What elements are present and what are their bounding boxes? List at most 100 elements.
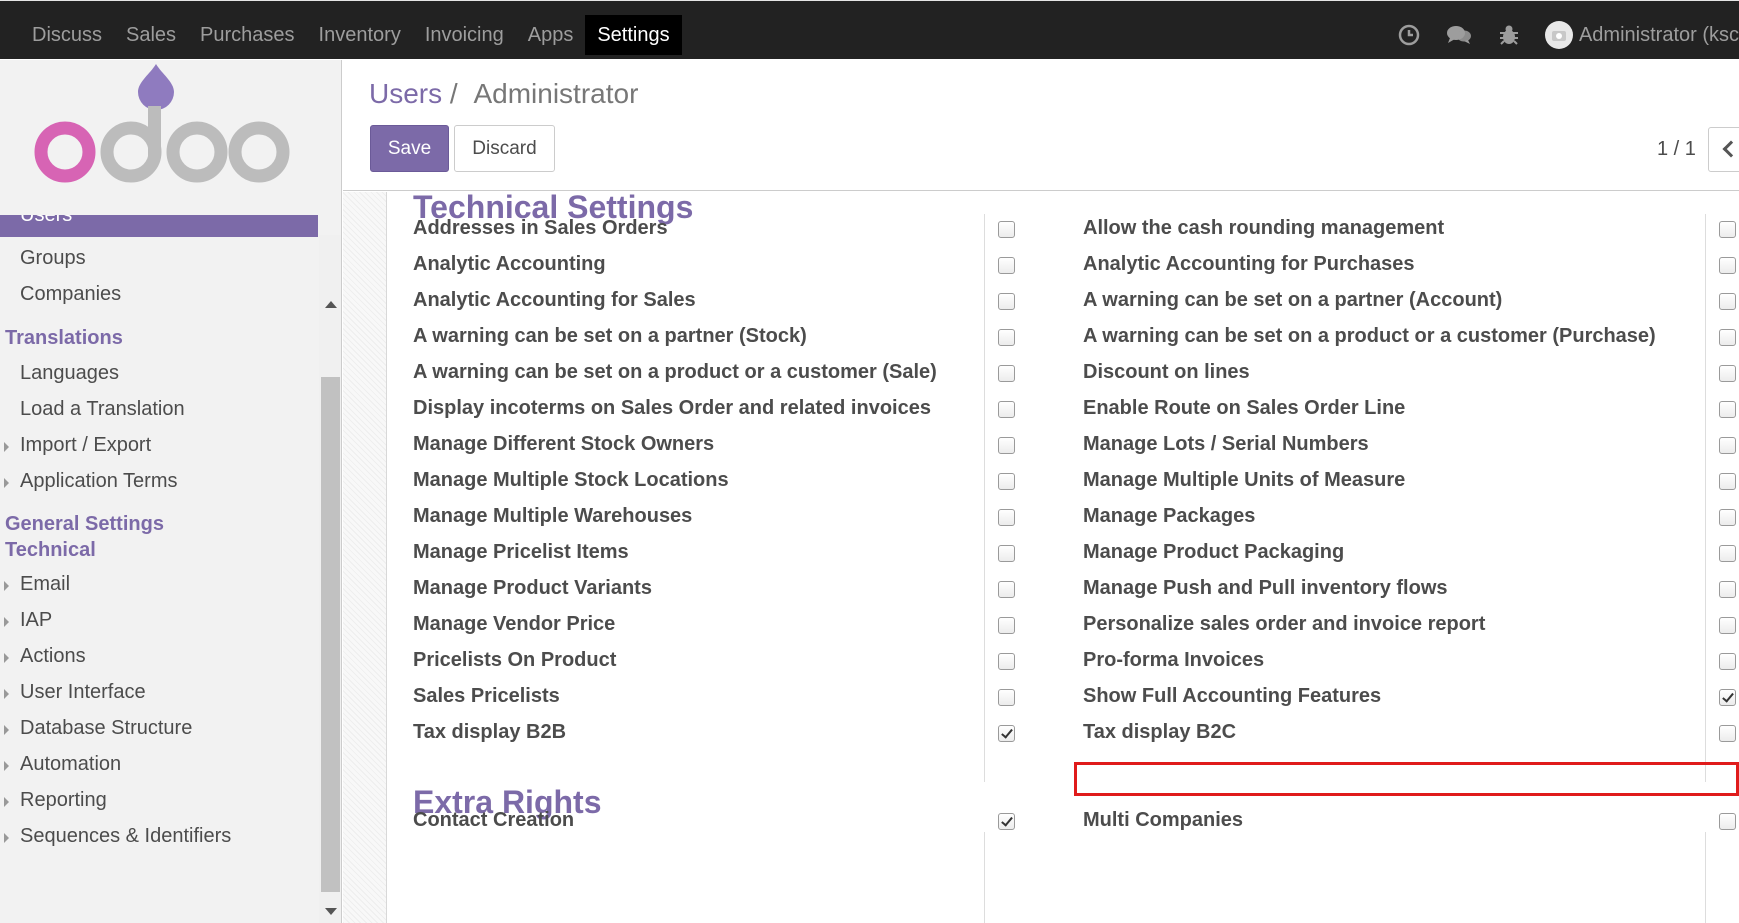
app-menu-inventory[interactable]: Inventory (307, 15, 413, 55)
field-checkbox[interactable] (998, 473, 1015, 490)
field-checkbox[interactable] (998, 689, 1015, 706)
field-label: Manage Product Packaging (1083, 541, 1345, 563)
app-menu-discuss[interactable]: Discuss (20, 15, 114, 55)
field-checkbox[interactable] (998, 653, 1015, 670)
field-checkbox[interactable] (1719, 725, 1736, 742)
field-checkbox[interactable] (998, 221, 1015, 238)
field-checkbox[interactable] (998, 581, 1015, 598)
sidebar-item-users[interactable]: Users (0, 215, 318, 237)
sidebar-item-sequences-identifiers[interactable]: Sequences & Identifiers (3, 825, 231, 848)
scroll-down-arrow-icon[interactable] (325, 908, 337, 915)
debug-bug-icon[interactable] (1489, 15, 1529, 55)
sidebar-item-companies[interactable]: Companies (20, 283, 121, 306)
field-checkbox[interactable] (1719, 365, 1736, 382)
sidebar-section-translations[interactable]: Translations (5, 327, 123, 350)
app-menu-purchases[interactable]: Purchases (188, 15, 307, 55)
settings-row: Addresses in Sales Orders Allow the cash … (343, 210, 1739, 250)
field-checkbox[interactable] (998, 509, 1015, 526)
sidebar-item-actions[interactable]: Actions (4, 645, 86, 668)
field-label: A warning can be set on a partner (Accou… (1083, 289, 1503, 311)
breadcrumb-users-link[interactable]: Users (369, 78, 442, 109)
activity-clock-icon[interactable] (1389, 15, 1429, 55)
column-divider (984, 832, 985, 923)
field-checkbox[interactable] (1719, 581, 1736, 598)
scroll-up-arrow-icon[interactable] (325, 301, 337, 308)
field-checkbox[interactable] (1719, 437, 1736, 454)
field-label: Manage Multiple Units of Measure (1083, 469, 1406, 491)
sidebar-item-label: Users (20, 215, 73, 226)
highlight-box (1074, 762, 1739, 796)
odoo-logo[interactable] (28, 62, 303, 197)
app-menu-sales[interactable]: Sales (114, 15, 188, 55)
app-menu-invoicing[interactable]: Invoicing (413, 15, 516, 55)
field-checkbox[interactable] (998, 401, 1015, 418)
field-checkbox[interactable] (998, 365, 1015, 382)
scrollbar-thumb[interactable] (321, 377, 340, 892)
field-checkbox[interactable] (1719, 545, 1736, 562)
breadcrumb: Users / Administrator (369, 78, 638, 110)
field-checkbox[interactable] (1719, 329, 1736, 346)
field-checkbox[interactable] (998, 329, 1015, 346)
field-checkbox[interactable] (1719, 653, 1736, 670)
field-checkbox[interactable] (1719, 813, 1736, 830)
sidebar-scrollbar[interactable] (319, 235, 341, 923)
settings-row: Analytic Accounting for Sales A warning c… (343, 282, 1739, 322)
sidebar-item-user-interface[interactable]: User Interface (4, 681, 146, 704)
field-label: A warning can be set on a partner (Stock… (413, 325, 807, 347)
field-checkbox[interactable] (998, 293, 1015, 310)
sidebar-item-application-terms[interactable]: Application Terms (3, 470, 177, 493)
field-checkbox[interactable] (998, 545, 1015, 562)
field-checkbox[interactable] (998, 257, 1015, 274)
field-checkbox[interactable] (1719, 293, 1736, 310)
pager-value: 1 / 1 (1657, 138, 1696, 160)
field-checkbox[interactable] (1719, 617, 1736, 634)
field-checkbox[interactable] (998, 813, 1015, 830)
sidebar-item-load-a-translation[interactable]: Load a Translation (20, 398, 185, 421)
field-checkbox[interactable] (1719, 473, 1736, 490)
field-label: Pricelists On Product (413, 649, 617, 671)
conversations-icon[interactable] (1439, 15, 1479, 55)
sidebar-section-general-settings[interactable]: General Settings (5, 513, 164, 536)
save-button[interactable]: Save (370, 125, 449, 172)
field-checkbox[interactable] (998, 617, 1015, 634)
sidebar-item-import-export[interactable]: Import / Export (3, 434, 151, 457)
settings-row: Manage Multiple Warehouses Manage Package… (343, 498, 1739, 538)
sidebar-item-email[interactable]: Email (3, 573, 70, 596)
sidebar-item-groups[interactable]: Groups (20, 247, 86, 270)
settings-row: Analytic Accounting Analytic Accounting f… (343, 246, 1739, 286)
breadcrumb-current: Administrator (473, 78, 639, 109)
field-label: Manage Multiple Warehouses (413, 505, 693, 527)
field-checkbox[interactable] (1719, 509, 1736, 526)
field-label: Addresses in Sales Orders (413, 217, 668, 239)
column-divider (1705, 832, 1706, 923)
settings-row: Manage Different Stock Owners Manage Lots… (343, 426, 1739, 466)
field-label: Tax display B2B (413, 721, 567, 743)
field-label: Pro-forma Invoices (1083, 649, 1265, 671)
app-menu-settings[interactable]: Settings (585, 15, 682, 55)
field-label: Analytic Accounting for Sales (413, 289, 696, 311)
app-menu-apps[interactable]: Apps (516, 15, 586, 55)
sidebar-menu: Users Groups Companies Translations Languag… (0, 215, 320, 923)
field-label: Discount on lines (1083, 361, 1250, 383)
pager-previous-button[interactable] (1708, 127, 1739, 172)
sidebar-item-database-structure[interactable]: Database Structure (3, 717, 192, 740)
field-checkbox[interactable] (1719, 689, 1736, 706)
field-checkbox[interactable] (998, 725, 1015, 742)
field-checkbox[interactable] (1719, 401, 1736, 418)
sidebar-section-technical[interactable]: Technical (5, 539, 96, 562)
discard-button[interactable]: Discard (454, 125, 555, 172)
sidebar-item-automation[interactable]: Automation (3, 753, 121, 776)
user-name[interactable]: Administrator (ksc (1579, 24, 1739, 47)
sidebar-item-iap[interactable]: IAP (3, 609, 52, 632)
settings-row: Sales Pricelists Show Full Accounting Fea… (343, 678, 1739, 718)
sidebar-item-languages[interactable]: Languages (20, 362, 119, 385)
field-label: Analytic Accounting for Purchases (1083, 253, 1415, 275)
sidebar-item-reporting[interactable]: Reporting (4, 789, 107, 812)
field-checkbox[interactable] (1719, 221, 1736, 238)
field-checkbox[interactable] (1719, 257, 1736, 274)
user-form: Technical Settings Extra Rights Addresse… (343, 192, 1739, 923)
field-checkbox[interactable] (998, 437, 1015, 454)
field-label: Manage Push and Pull inventory flows (1083, 577, 1448, 599)
user-avatar[interactable] (1544, 21, 1573, 49)
settings-row: Manage Pricelist Items Manage Product Pac… (343, 534, 1739, 574)
